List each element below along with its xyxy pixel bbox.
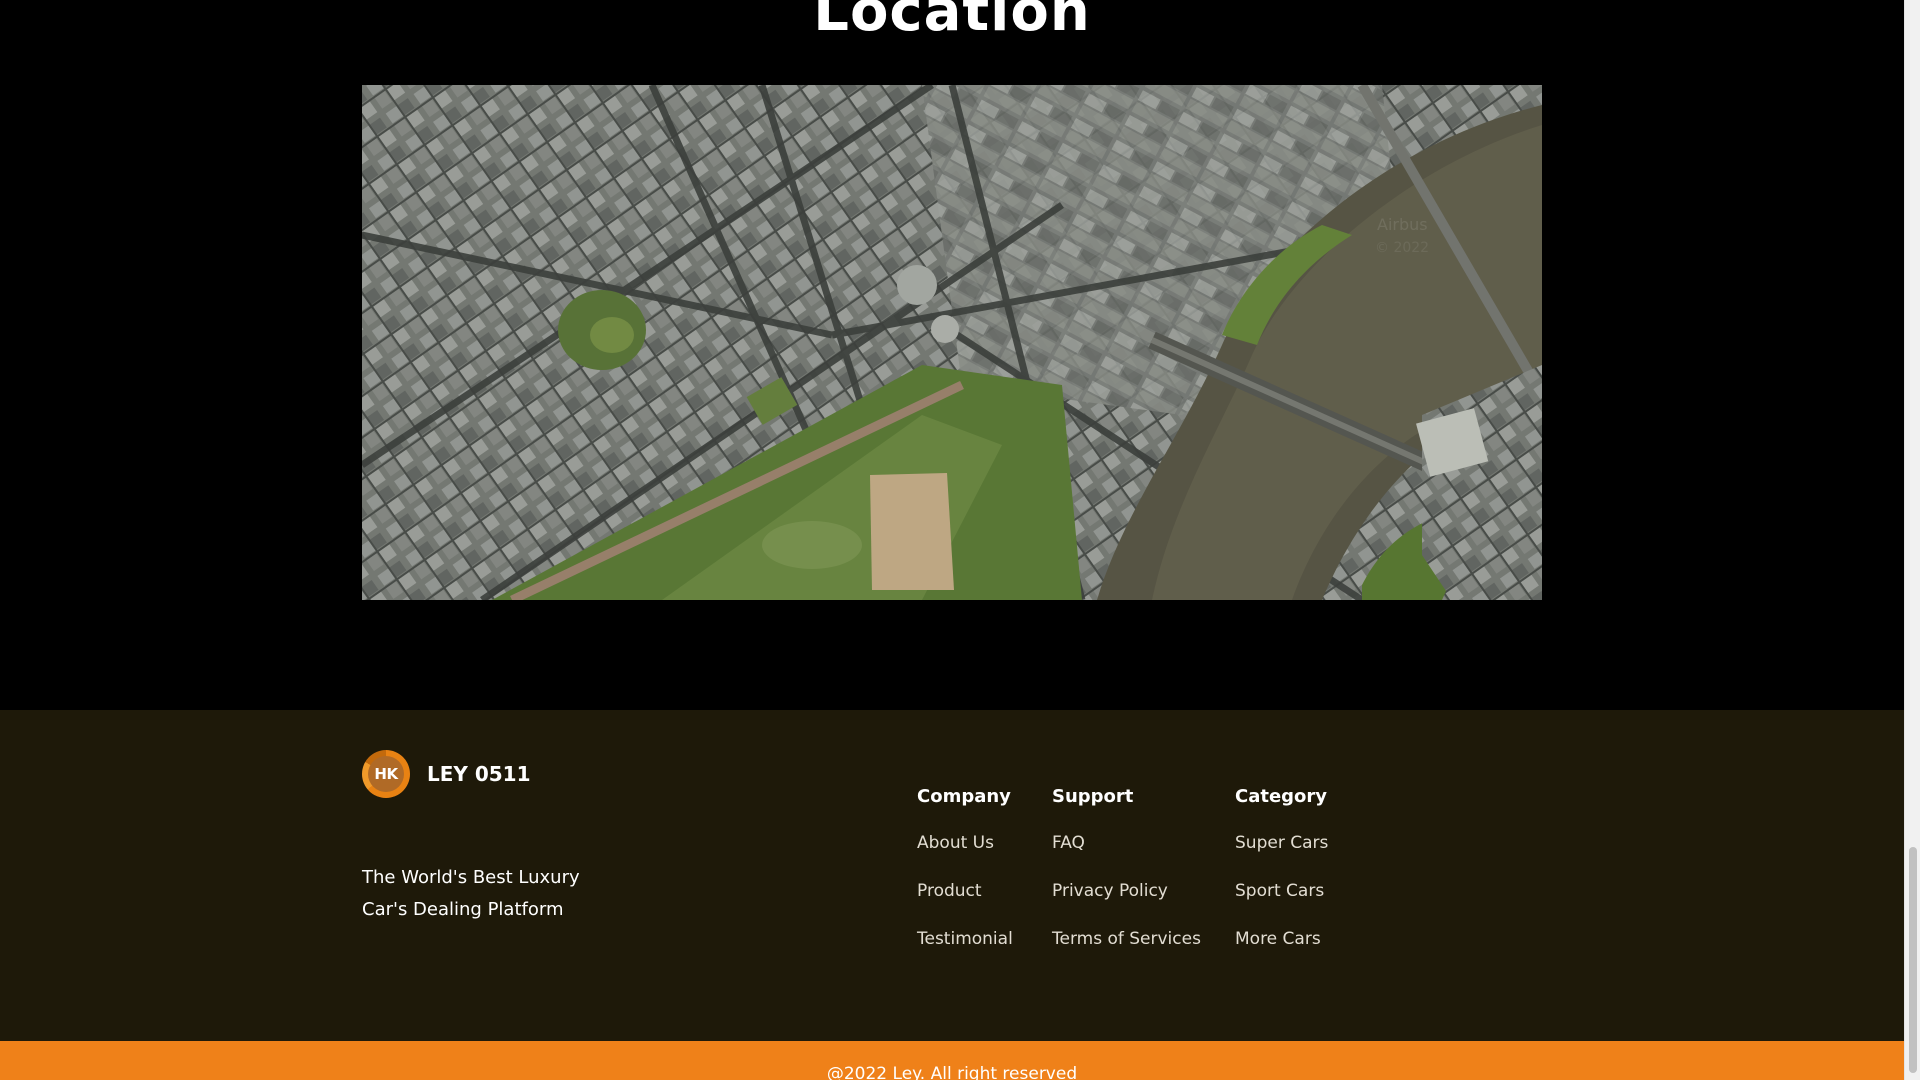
- footer-tagline: The World's Best Luxury Car's Dealing Pl…: [362, 867, 580, 920]
- map-imagery: [362, 85, 1542, 600]
- footer-link-more-cars[interactable]: More Cars: [1235, 927, 1328, 951]
- brand-logo: HK: [362, 750, 410, 798]
- footer-column-company: Company About Us Product Testimonial: [917, 786, 1013, 975]
- footer-link-terms-of-services[interactable]: Terms of Services: [1052, 927, 1201, 951]
- copyright-bar: @2022 Ley. All right reserved: [0, 1041, 1904, 1080]
- footer-link-about-us[interactable]: About Us: [917, 831, 1013, 855]
- location-heading: Location: [813, 0, 1091, 44]
- footer-column-category: Category Super Cars Sport Cars More Cars: [1235, 786, 1328, 975]
- brand-logo-text: HK: [368, 756, 404, 792]
- footer-link-super-cars[interactable]: Super Cars: [1235, 831, 1328, 855]
- copyright-text: @2022 Ley. All right reserved: [826, 1064, 1078, 1080]
- footer-link-testimonial[interactable]: Testimonial: [917, 927, 1013, 951]
- footer-column-support: Support FAQ Privacy Policy Terms of Serv…: [1052, 786, 1201, 975]
- brand-name: LEY 0511: [427, 762, 531, 786]
- satellite-map[interactable]: Airbus © 2022: [362, 85, 1542, 600]
- footer-column-title: Support: [1052, 786, 1134, 807]
- scrollbar-thumb[interactable]: [1909, 847, 1917, 1073]
- footer-column-title: Company: [917, 786, 1011, 807]
- footer-link-privacy-policy[interactable]: Privacy Policy: [1052, 879, 1201, 903]
- location-section: Location Airbus © 2022: [0, 0, 1904, 710]
- footer-link-sport-cars[interactable]: Sport Cars: [1235, 879, 1328, 903]
- footer-brand[interactable]: HK LEY 0511: [362, 750, 531, 798]
- page: Location Airbus © 2022 HK LEY 0511 The W…: [0, 0, 1904, 1080]
- vertical-scrollbar[interactable]: [1904, 0, 1920, 1080]
- map-attribution-year: © 2022: [1375, 240, 1430, 256]
- footer-link-product[interactable]: Product: [917, 879, 1013, 903]
- map-attribution: Airbus: [1377, 215, 1428, 234]
- footer-link-faq[interactable]: FAQ: [1052, 831, 1201, 855]
- site-footer: HK LEY 0511 The World's Best Luxury Car'…: [0, 710, 1904, 1041]
- footer-column-title: Category: [1235, 786, 1328, 807]
